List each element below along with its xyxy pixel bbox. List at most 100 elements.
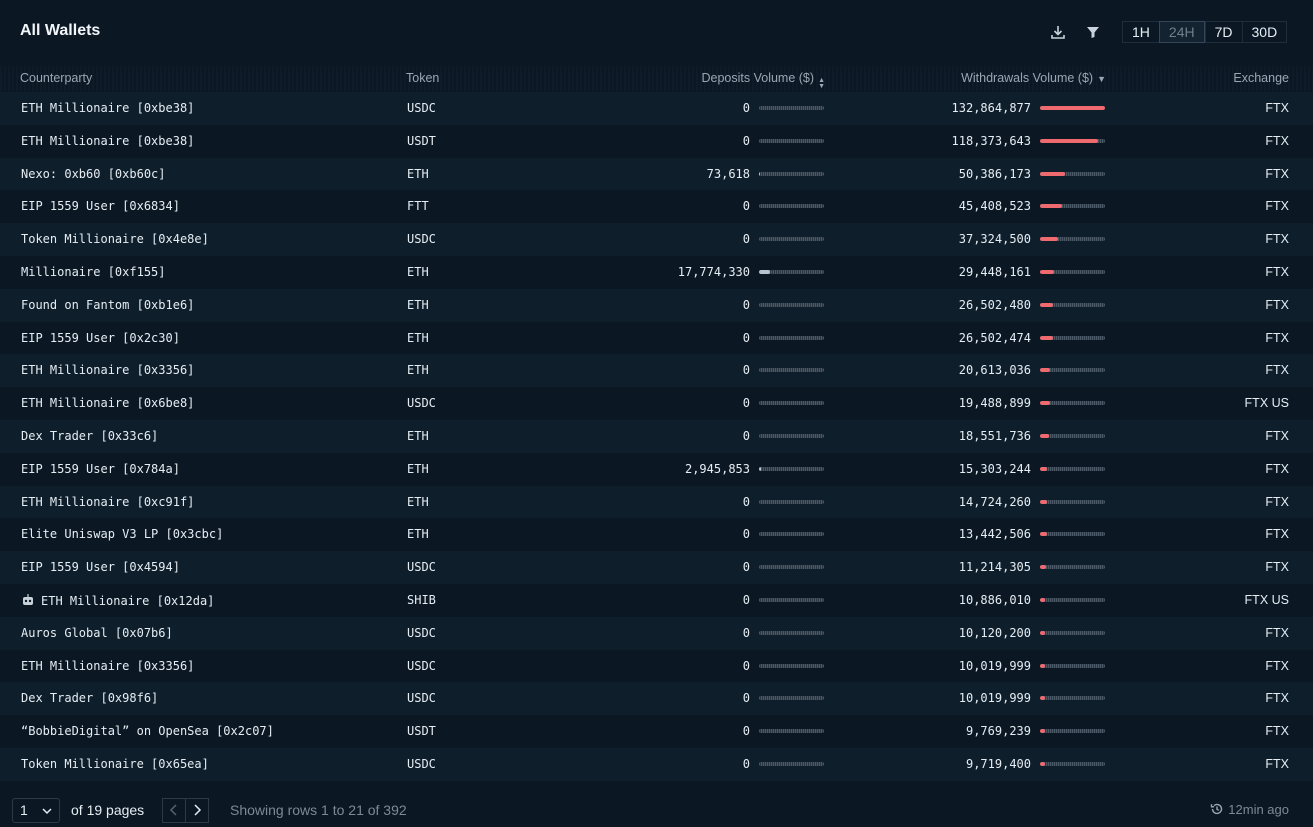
counterparty-cell[interactable]: Elite Uniswap V3 LP [0x3cbc] [21,527,223,541]
withdrawals-value: 20,613,036 [958,363,1031,378]
range-1h[interactable]: 1H [1122,21,1159,43]
range-30d[interactable]: 30D [1241,21,1288,43]
table-row[interactable]: Token Millionaire [0x65ea] USDC 0 9,719,… [0,747,1313,781]
deposits-value: 0 [742,658,750,673]
counterparty-cell[interactable]: ETH Millionaire [0xbe38] [21,134,194,148]
sort-desc-icon: ▼ [1097,73,1106,84]
exchange-cell: FTX [1265,133,1289,148]
token-cell: USDC [407,658,436,673]
withdrawals-value: 9,769,239 [965,724,1031,739]
table-row[interactable]: Auros Global [0x07b6] USDC 0 10,120,200 … [0,616,1313,650]
deposits-bar [759,171,824,176]
table-row[interactable]: “BobbieDigital” on OpenSea [0x2c07] USDT… [0,715,1313,748]
counterparty-cell[interactable]: Token Millionaire [0x65ea] [21,757,209,771]
exchange-cell: FTX [1265,527,1289,542]
table-row[interactable]: ETH Millionaire [0x3356] USDC 0 10,019,9… [0,649,1313,683]
withdrawals-value: 10,019,999 [958,658,1031,673]
table-row[interactable]: Elite Uniswap V3 LP [0x3cbc] ETH 0 13,44… [0,518,1313,552]
counterparty-name: Millionaire [0xf155] [21,264,166,279]
deposits-bar [759,696,824,701]
table-row[interactable]: EIP 1559 User [0x4594] USDC 0 11,214,305… [0,551,1313,584]
table-row[interactable]: Millionaire [0xf155] ETH 17,774,330 29,4… [0,255,1313,289]
counterparty-cell[interactable]: EIP 1559 User [0x2c30] [21,331,180,345]
counterparty-cell[interactable]: EIP 1559 User [0x784a] [21,462,180,476]
counterparty-cell[interactable]: Dex Trader [0x98f6] [21,691,158,705]
withdrawals-bar [1040,237,1105,242]
counterparty-cell[interactable]: Millionaire [0xf155] [21,265,166,279]
pagination-bar: 1 of 19 pages Showing rows 1 to 21 of 39… [0,794,1313,827]
range-7d[interactable]: 7D [1204,21,1242,43]
table-row[interactable]: Nexo: 0xb60 [0xb60c] ETH 73,618 50,386,1… [0,157,1313,191]
deposits-bar [759,565,824,570]
counterparty-cell[interactable]: EIP 1559 User [0x6834] [21,199,180,213]
counterparty-cell[interactable]: ETH Millionaire [0xbe38] [21,101,194,115]
withdrawals-bar [1040,466,1105,471]
withdrawals-bar [1040,269,1105,274]
page-select[interactable]: 1 [12,798,60,823]
counterparty-name: Token Millionaire [0x4e8e] [21,232,209,247]
table-row[interactable]: ETH Millionaire [0x6be8] USDC 0 19,488,8… [0,387,1313,420]
counterparty-cell[interactable]: ETH Millionaire [0x12da] [21,593,214,608]
column-header-exchange[interactable]: Exchange [1233,71,1289,85]
counterparty-cell[interactable]: “BobbieDigital” on OpenSea [0x2c07] [21,724,274,738]
table-row[interactable]: Token Millionaire [0x4e8e] USDC 0 37,324… [0,223,1313,256]
column-header-token[interactable]: Token [406,71,439,85]
counterparty-cell[interactable]: Auros Global [0x07b6] [21,626,173,640]
counterparty-cell[interactable]: Token Millionaire [0x4e8e] [21,232,209,246]
deposits-bar [759,663,824,668]
exchange-cell: FTX [1265,232,1289,247]
withdrawals-bar [1040,696,1105,701]
table-row[interactable]: ETH Millionaire [0xbe38] USDT 0 118,373,… [0,124,1313,158]
table-row[interactable]: Found on Fantom [0xb1e6] ETH 0 26,502,48… [0,288,1313,322]
column-header-counterparty[interactable]: Counterparty [20,71,92,85]
counterparty-cell[interactable]: ETH Millionaire [0x3356] [21,363,194,377]
column-header-withdrawals[interactable]: Withdrawals Volume ($) ▼ [961,71,1106,85]
token-cell: USDC [407,625,436,640]
token-cell: ETH [407,461,429,476]
withdrawals-bar-fill [1040,269,1055,274]
token-cell: SHIB [407,592,436,607]
withdrawals-bar-fill [1040,401,1050,406]
withdrawals-value: 50,386,173 [958,166,1031,181]
column-headers: Counterparty Token Deposits Volume ($) ▲ ▼… [0,66,1313,91]
table-row[interactable]: ETH Millionaire [0x12da] SHIB 0 10,886,0… [0,583,1313,617]
table-row[interactable]: EIP 1559 User [0x6834] FTT 0 45,408,523 … [0,190,1313,224]
table-row[interactable]: EIP 1559 User [0x784a] ETH 2,945,853 15,… [0,452,1313,486]
counterparty-name: EIP 1559 User [0x784a] [21,461,180,476]
withdrawals-value: 26,502,480 [958,297,1031,312]
last-updated: 12min ago [1210,802,1289,817]
counterparty-cell[interactable]: ETH Millionaire [0x3356] [21,659,194,673]
counterparty-cell[interactable]: EIP 1559 User [0x4594] [21,560,180,574]
deposits-value: 0 [742,691,750,706]
deposits-bar-fill [759,269,771,274]
counterparty-cell[interactable]: ETH Millionaire [0xc91f] [21,495,194,509]
deposits-value: 0 [742,101,750,115]
next-page-button[interactable] [185,798,209,823]
counterparty-cell[interactable]: ETH Millionaire [0x6be8] [21,396,194,410]
table-row[interactable]: ETH Millionaire [0xbe38] USDC 0 132,864,… [0,92,1313,125]
withdrawals-bar-fill [1040,499,1048,504]
withdrawals-bar [1040,597,1105,602]
exchange-cell: FTX US [1244,396,1289,411]
download-icon[interactable] [1049,23,1067,41]
counterparty-name: ETH Millionaire [0x3356] [21,363,195,378]
table-row[interactable]: Dex Trader [0x33c6] ETH 0 18,551,736 FTX [0,419,1313,453]
exchange-cell: FTX [1265,691,1289,706]
table-row[interactable]: Dex Trader [0x98f6] USDC 0 10,019,999 FT… [0,682,1313,716]
table-row[interactable]: EIP 1559 User [0x2c30] ETH 0 26,502,474 … [0,321,1313,355]
withdrawals-value: 9,719,400 [965,756,1031,771]
filter-icon[interactable] [1084,23,1102,41]
table-row[interactable]: ETH Millionaire [0xc91f] ETH 0 14,724,26… [0,485,1313,519]
prev-page-button[interactable] [162,798,186,823]
range-24h[interactable]: 24H [1158,21,1205,43]
table-row[interactable]: ETH Millionaire [0x3356] ETH 0 20,613,03… [0,354,1313,388]
column-header-deposits[interactable]: Deposits Volume ($) ▲ ▼ [702,71,826,90]
counterparty-cell[interactable]: Nexo: 0xb60 [0xb60c] [21,167,166,181]
counterparty-cell[interactable]: Found on Fantom [0xb1e6] [21,298,194,312]
withdrawals-value: 29,448,161 [958,264,1031,279]
counterparty-cell[interactable]: Dex Trader [0x33c6] [21,429,158,443]
withdrawals-bar [1040,138,1105,143]
withdrawals-bar [1040,433,1105,438]
withdrawals-bar-fill [1040,302,1053,307]
token-cell: ETH [407,527,429,542]
